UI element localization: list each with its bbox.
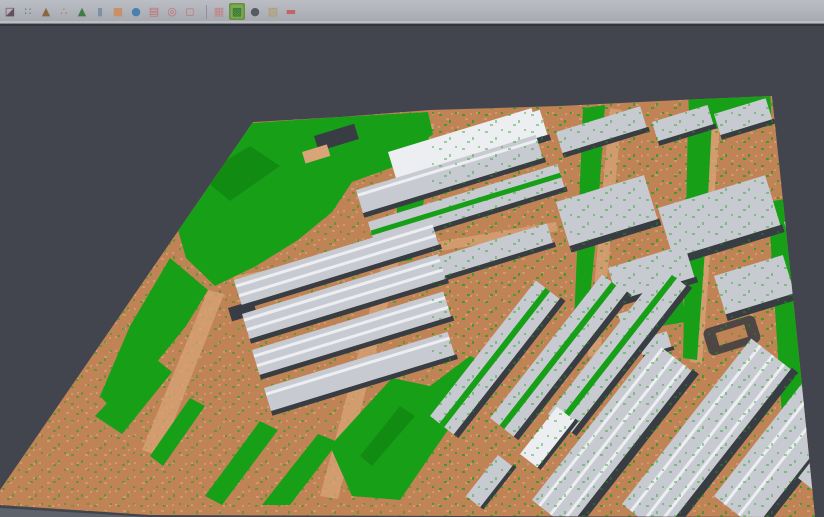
orbit-view-icon[interactable]: ◪ bbox=[2, 3, 18, 20]
terrain-mesh bbox=[0, 86, 824, 517]
sparse-points-icon[interactable]: ∴ bbox=[56, 3, 72, 20]
orange-tile-icon[interactable]: ■ bbox=[110, 3, 126, 20]
globe-icon[interactable]: ● bbox=[128, 3, 144, 20]
crop-box-icon[interactable]: ◻ bbox=[182, 3, 198, 20]
scene-3d-mesh bbox=[0, 26, 824, 517]
vegetation-speckle-overlay bbox=[430, 96, 824, 517]
terrain-green-icon[interactable]: ▲ bbox=[74, 3, 90, 20]
sphere-icon[interactable]: ● bbox=[247, 3, 263, 20]
tag-icon[interactable]: ▨ bbox=[265, 3, 281, 20]
scatter-points-icon[interactable]: ∷ bbox=[20, 3, 36, 20]
application-window: ◪∷▲∴▲▮■●▤◎◻▦▩●▨▬ bbox=[0, 0, 824, 517]
column-icon[interactable]: ▮ bbox=[92, 3, 108, 20]
grid-tile-icon[interactable]: ▦ bbox=[211, 3, 227, 20]
layers-icon[interactable]: ▤ bbox=[146, 3, 162, 20]
bars-icon[interactable]: ▬ bbox=[283, 3, 299, 20]
classification-icon[interactable]: ▩ bbox=[229, 3, 245, 20]
toolbar-icons: ◪∷▲∴▲▮■●▤◎◻▦▩●▨▬ bbox=[2, 0, 299, 23]
ring-icon[interactable]: ◎ bbox=[164, 3, 180, 20]
toolbar-separator bbox=[201, 5, 207, 19]
viewport-3d[interactable] bbox=[0, 24, 824, 517]
toolbar: ◪∷▲∴▲▮■●▤◎◻▦▩●▨▬ bbox=[0, 0, 824, 24]
terrain-brown-icon[interactable]: ▲ bbox=[38, 3, 54, 20]
